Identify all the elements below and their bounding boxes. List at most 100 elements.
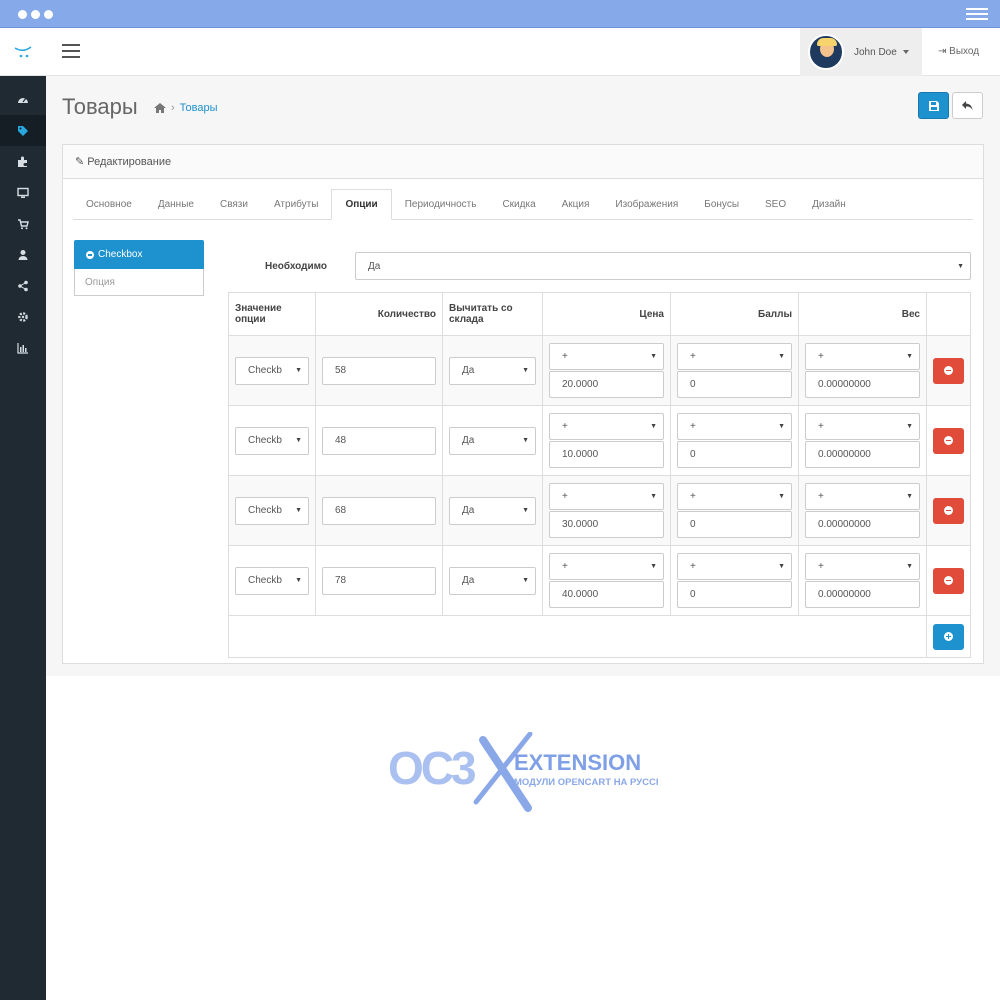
minus-circle-icon bbox=[944, 576, 953, 585]
quantity-input[interactable]: 78 bbox=[322, 566, 436, 595]
weight-input[interactable]: 0.00000000 bbox=[805, 581, 920, 608]
table-header: Значение опции Количество Вычитать со ск… bbox=[229, 293, 970, 336]
weight-prefix-select[interactable]: + bbox=[805, 413, 920, 440]
sidebar-item-extensions[interactable] bbox=[0, 146, 46, 177]
logout-link[interactable]: ⇥ Выход bbox=[938, 46, 979, 57]
remove-row-button[interactable] bbox=[933, 567, 964, 594]
quantity-input[interactable]: 48 bbox=[322, 426, 436, 455]
points-input[interactable]: 0 bbox=[677, 441, 792, 468]
weight-input[interactable]: 0.00000000 bbox=[805, 441, 920, 468]
quantity-input[interactable]: 58 bbox=[322, 356, 436, 385]
cart-icon bbox=[18, 218, 29, 229]
save-button[interactable] bbox=[918, 92, 949, 119]
points-prefix-select[interactable]: + bbox=[677, 483, 792, 510]
tab-recurring[interactable]: Периодичность bbox=[392, 189, 490, 220]
sidebar-item-catalog[interactable] bbox=[0, 115, 46, 146]
sidebar-item-system[interactable] bbox=[0, 301, 46, 332]
sidebar-item-marketing[interactable] bbox=[0, 270, 46, 301]
subtract-select[interactable]: Да bbox=[449, 356, 536, 385]
subtract-value: Да bbox=[462, 435, 475, 446]
watermark-brand-left: OC3 bbox=[388, 742, 475, 794]
sidebar-item-customers[interactable] bbox=[0, 239, 46, 270]
option-value-select[interactable]: Checkb bbox=[235, 496, 309, 525]
subtract-select[interactable]: Да bbox=[449, 426, 536, 455]
option-list: Checkbox Опция bbox=[74, 240, 204, 296]
price-prefix-select[interactable]: + bbox=[549, 483, 664, 510]
option-item-checkbox[interactable]: Checkbox bbox=[74, 240, 204, 269]
edit-panel: ✎ Редактирование Основное Данные Связи А… bbox=[62, 144, 984, 664]
price-value: 30.0000 bbox=[562, 519, 599, 530]
sidebar-item-sales[interactable] bbox=[0, 208, 46, 239]
tab-options[interactable]: Опции bbox=[331, 189, 392, 220]
tab-reward[interactable]: Бонусы bbox=[691, 189, 752, 220]
points-input[interactable]: 0 bbox=[677, 511, 792, 538]
price-value: 40.0000 bbox=[562, 589, 599, 600]
subtract-value: Да bbox=[462, 365, 475, 376]
price-input[interactable]: 30.0000 bbox=[549, 511, 664, 538]
tags-icon bbox=[18, 125, 28, 136]
top-header: John Doe ⇥ Выход bbox=[0, 28, 1000, 76]
tab-design[interactable]: Дизайн bbox=[799, 189, 859, 220]
option-values-table: Значение опции Количество Вычитать со ск… bbox=[228, 292, 971, 658]
option-value-select[interactable]: Checkb bbox=[235, 356, 309, 385]
points-prefix-select[interactable]: + bbox=[677, 413, 792, 440]
price-input[interactable]: 20.0000 bbox=[549, 371, 664, 398]
points-prefix-select[interactable]: + bbox=[677, 343, 792, 370]
tab-discount[interactable]: Скидка bbox=[489, 189, 548, 220]
quantity-input[interactable]: 68 bbox=[322, 496, 436, 525]
points-prefix-select[interactable]: + bbox=[677, 553, 792, 580]
subtract-select[interactable]: Да bbox=[449, 566, 536, 595]
weight-prefix-select[interactable]: + bbox=[805, 343, 920, 370]
reply-icon bbox=[962, 100, 973, 110]
subtract-select[interactable]: Да bbox=[449, 496, 536, 525]
menu-toggle-icon[interactable] bbox=[62, 44, 80, 60]
weight-input[interactable]: 0.00000000 bbox=[805, 511, 920, 538]
browser-menu-icon[interactable] bbox=[966, 8, 988, 20]
points-input[interactable]: 0 bbox=[677, 371, 792, 398]
points-value: 0 bbox=[690, 379, 696, 390]
remove-row-button[interactable] bbox=[933, 427, 964, 454]
sidebar-item-design[interactable] bbox=[0, 177, 46, 208]
opencart-logo-icon[interactable] bbox=[0, 28, 46, 76]
option-value-select[interactable]: Checkb bbox=[235, 566, 309, 595]
user-menu[interactable]: John Doe bbox=[800, 28, 922, 76]
tab-special[interactable]: Акция bbox=[549, 189, 603, 220]
price-input[interactable]: 40.0000 bbox=[549, 581, 664, 608]
weight-prefix-select[interactable]: + bbox=[805, 483, 920, 510]
share-icon bbox=[18, 280, 28, 291]
add-row-button[interactable] bbox=[933, 623, 964, 650]
tab-data[interactable]: Данные bbox=[145, 189, 207, 220]
remove-row-button[interactable] bbox=[933, 497, 964, 524]
option-autocomplete-input[interactable]: Опция bbox=[74, 269, 204, 296]
tab-attributes[interactable]: Атрибуты bbox=[261, 189, 331, 220]
weight-prefix-select[interactable]: + bbox=[805, 553, 920, 580]
required-select[interactable]: Да bbox=[355, 252, 971, 280]
remove-row-button[interactable] bbox=[933, 357, 964, 384]
sidebar-item-dashboard[interactable] bbox=[0, 84, 46, 115]
tab-general[interactable]: Основное bbox=[73, 189, 145, 220]
tab-seo[interactable]: SEO bbox=[752, 189, 799, 220]
home-icon[interactable] bbox=[154, 103, 166, 113]
sidebar-item-reports[interactable] bbox=[0, 332, 46, 363]
points-input[interactable]: 0 bbox=[677, 581, 792, 608]
weight-input[interactable]: 0.00000000 bbox=[805, 371, 920, 398]
breadcrumb-link-products[interactable]: Товары bbox=[180, 102, 218, 114]
weight-prefix-value: + bbox=[818, 491, 824, 502]
puzzle-icon bbox=[18, 156, 27, 167]
tab-images[interactable]: Изображения bbox=[602, 189, 691, 220]
option-value-text: Checkb bbox=[248, 365, 282, 376]
tab-links[interactable]: Связи bbox=[207, 189, 261, 220]
remove-option-icon[interactable] bbox=[86, 250, 94, 259]
weight-prefix-value: + bbox=[818, 421, 824, 432]
back-button[interactable] bbox=[952, 92, 983, 119]
sign-out-icon: ⇥ bbox=[938, 46, 947, 57]
points-value: 0 bbox=[690, 519, 696, 530]
weight-value: 0.00000000 bbox=[818, 519, 871, 530]
option-value-text: Checkb bbox=[248, 505, 282, 516]
price-prefix-select[interactable]: + bbox=[549, 553, 664, 580]
price-prefix-select[interactable]: + bbox=[549, 413, 664, 440]
option-value-select[interactable]: Checkb bbox=[235, 426, 309, 455]
price-prefix-select[interactable]: + bbox=[549, 343, 664, 370]
price-input[interactable]: 10.0000 bbox=[549, 441, 664, 468]
header-quantity: Количество bbox=[316, 293, 443, 335]
